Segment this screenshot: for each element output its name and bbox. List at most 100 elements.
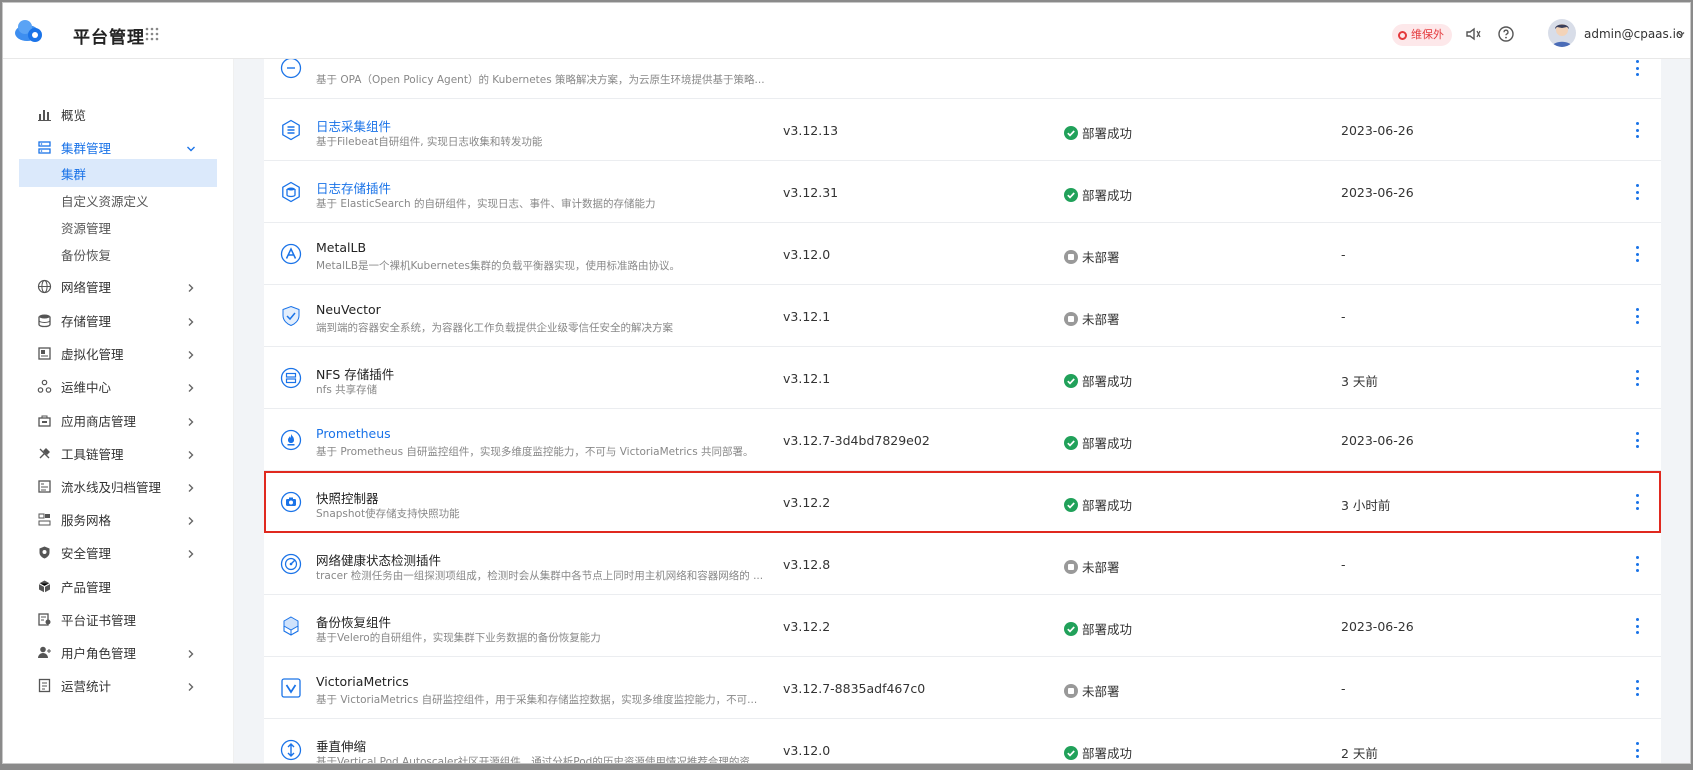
- more-actions-icon[interactable]: [1629, 181, 1645, 203]
- table-row[interactable]: MetalLB MetalLB是一个裸机Kubernetes集群的负载平衡器实现，…: [264, 223, 1661, 285]
- more-actions-icon[interactable]: [1629, 367, 1645, 389]
- more-actions-icon[interactable]: [1629, 491, 1645, 513]
- plugin-version: v3.12.13: [783, 123, 839, 138]
- plugin-name: MetalLB: [316, 240, 367, 255]
- status-label: 未部署: [1082, 312, 1120, 327]
- table-row[interactable]: 网络健康状态检测插件 tracer 检测任务由一组探测项组成，检测时会从集群中各节…: [264, 533, 1661, 595]
- chevron-down-icon[interactable]: [1676, 29, 1686, 39]
- avatar[interactable]: [1548, 19, 1576, 47]
- sidebar-item-label: 工具链管理: [61, 446, 124, 462]
- plugin-name[interactable]: 日志存储插件: [316, 178, 391, 197]
- status-badge: 未部署: [1064, 681, 1120, 700]
- chevron-right-icon[interactable]: [186, 514, 196, 525]
- plugin-deploy-time: -: [1341, 557, 1346, 572]
- sidebar-subitem-3[interactable]: 备份恢复: [19, 240, 217, 268]
- more-actions-icon[interactable]: [1629, 739, 1645, 761]
- cloud-logo-icon[interactable]: [13, 17, 45, 45]
- globe-icon: [37, 279, 52, 294]
- sidebar-item-8[interactable]: 流水线及归档管理: [3, 472, 233, 500]
- status-label: 部署成功: [1082, 436, 1133, 451]
- status-label: 部署成功: [1082, 126, 1133, 141]
- status-label: 部署成功: [1082, 188, 1133, 203]
- sidebar-item-label: 安全管理: [61, 545, 112, 561]
- app-grid-icon[interactable]: [145, 27, 159, 41]
- table-row[interactable]: 快照控制器 Snapshot使存储支持快照功能 v3.12.2 部署成功 3 小时前: [264, 471, 1661, 533]
- plugin-version: v3.12.7-8835adf467c0: [783, 681, 926, 696]
- status-label: 部署成功: [1082, 622, 1133, 637]
- sidebar-item-2[interactable]: 网络管理: [3, 272, 233, 300]
- sidebar-item-0[interactable]: 概览: [3, 100, 233, 128]
- help-icon[interactable]: [1497, 25, 1515, 43]
- sidebar-item-9[interactable]: 服务网格: [3, 505, 233, 533]
- table-row[interactable]: 备份恢复组件 基于Velero的自研组件，实现集群下业务数据的备份恢复能力 v3.1…: [264, 595, 1661, 657]
- plugin-description: 基于Velero的自研组件，实现集群下业务数据的备份恢复能力: [316, 632, 601, 644]
- sidebar-item-12[interactable]: 平台证书管理: [3, 605, 233, 633]
- plugin-name[interactable]: 日志采集组件: [316, 116, 391, 135]
- sidebar-item-5[interactable]: 运维中心: [3, 372, 233, 400]
- status-badge: 部署成功: [1064, 743, 1132, 762]
- maintenance-badge[interactable]: 维保外: [1392, 24, 1452, 46]
- more-actions-icon[interactable]: [1629, 119, 1645, 141]
- sidebar-item-10[interactable]: 安全管理: [3, 538, 233, 566]
- chevron-down-icon[interactable]: [186, 142, 196, 152]
- plugin-description: 基于Vertical Pod Autoscaler社区开源组件，通过分析Pod的…: [316, 756, 766, 764]
- sidebar-item-4[interactable]: 虚拟化管理: [3, 339, 233, 367]
- more-actions-icon[interactable]: [1629, 429, 1645, 451]
- table-row[interactable]: 日志存储插件 基于 ElasticSearch 的自研组件，实现日志、事件、审计数…: [264, 161, 1661, 223]
- sidebar-subitem-0[interactable]: 集群: [19, 159, 217, 187]
- stop-circle-icon: [1064, 249, 1078, 264]
- shield-icon: [37, 545, 52, 560]
- status-label: 未部署: [1082, 250, 1120, 265]
- log-storage-icon: [280, 181, 302, 203]
- sidebar-subitem-1[interactable]: 自定义资源定义: [19, 186, 217, 214]
- more-actions-icon[interactable]: [1629, 553, 1645, 575]
- sidebar-item-11[interactable]: 产品管理: [3, 572, 233, 600]
- table-row[interactable]: VictoriaMetrics 基于 VictoriaMetrics 自研监控组件…: [264, 657, 1661, 719]
- chevron-right-icon[interactable]: [186, 415, 196, 426]
- speaker-icon[interactable]: [1464, 25, 1482, 43]
- user-name[interactable]: admin@cpaas.io: [1584, 27, 1683, 41]
- sidebar-item-6[interactable]: 应用商店管理: [3, 406, 233, 434]
- chevron-right-icon[interactable]: [186, 281, 196, 292]
- plugin-name: 备份恢复组件: [316, 615, 392, 630]
- vm-icon: [37, 346, 52, 361]
- sidebar-item-13[interactable]: 用户角色管理: [3, 638, 233, 666]
- chevron-right-icon[interactable]: [186, 680, 196, 691]
- chevron-right-icon[interactable]: [186, 315, 196, 326]
- sidebar-item-label: 运维中心: [61, 379, 112, 395]
- table-row[interactable]: 垂直伸缩基于Vertical Pod Autoscaler社区开源组件，通过分析…: [264, 719, 1661, 764]
- table-row[interactable]: 基于 OPA（Open Policy Agent）的 Kubernetes 策略…: [264, 59, 1661, 99]
- sidebar-item-7[interactable]: 工具链管理: [3, 439, 233, 467]
- main-content: 基于 OPA（Open Policy Agent）的 Kubernetes 策略…: [234, 59, 1690, 764]
- plugin-name: 快照控制器: [316, 491, 379, 506]
- plugin-name[interactable]: Prometheus: [316, 426, 391, 441]
- chevron-right-icon[interactable]: [186, 647, 196, 658]
- plugin-deploy-time: 2023-06-26: [1341, 433, 1414, 448]
- plugin-description: 端到端的容器安全系统，为容器化工作负载提供企业级零信任安全的解决方案: [316, 322, 673, 334]
- plugin-deploy-time: 2023-06-26: [1341, 123, 1414, 138]
- sidebar-subitem-2[interactable]: 资源管理: [19, 213, 217, 241]
- table-row[interactable]: NFS 存储插件 nfs 共享存储 v3.12.1 部署成功 3 天前: [264, 347, 1661, 409]
- plugin-description: MetalLB是一个裸机Kubernetes集群的负载平衡器实现，使用标准路由协…: [316, 260, 680, 272]
- more-actions-icon[interactable]: [1629, 305, 1645, 327]
- sidebar-item-3[interactable]: 存储管理: [3, 306, 233, 334]
- plugin-version: v3.12.7-3d4bd7829e02: [783, 433, 930, 448]
- sidebar-item-14[interactable]: 运营统计: [3, 671, 233, 699]
- chevron-right-icon[interactable]: [186, 547, 196, 558]
- plugin-description: nfs 共享存储: [316, 384, 378, 396]
- more-actions-icon[interactable]: [1629, 243, 1645, 265]
- more-actions-icon[interactable]: [1629, 615, 1645, 637]
- table-row[interactable]: NeuVector 端到端的容器安全系统，为容器化工作负载提供企业级零信任安全的解…: [264, 285, 1661, 347]
- more-actions-icon[interactable]: [1629, 59, 1645, 79]
- chevron-right-icon[interactable]: [186, 481, 196, 492]
- table-row[interactable]: Prometheus 基于 Prometheus 自研监控组件，实现多维度监控能力…: [264, 409, 1661, 471]
- more-actions-icon[interactable]: [1629, 677, 1645, 699]
- check-circle-icon: [1064, 125, 1078, 140]
- status-label: 未部署: [1082, 560, 1120, 575]
- chevron-right-icon[interactable]: [186, 348, 196, 359]
- table-row[interactable]: 日志采集组件 基于Filebeat自研组件, 实现日志收集和转发功能 v3.12.1…: [264, 99, 1661, 161]
- chevron-right-icon[interactable]: [186, 381, 196, 392]
- plugin-name: 垂直伸缩: [316, 739, 367, 754]
- sidebar-item-1[interactable]: 集群管理: [3, 133, 233, 161]
- chevron-right-icon[interactable]: [186, 448, 196, 459]
